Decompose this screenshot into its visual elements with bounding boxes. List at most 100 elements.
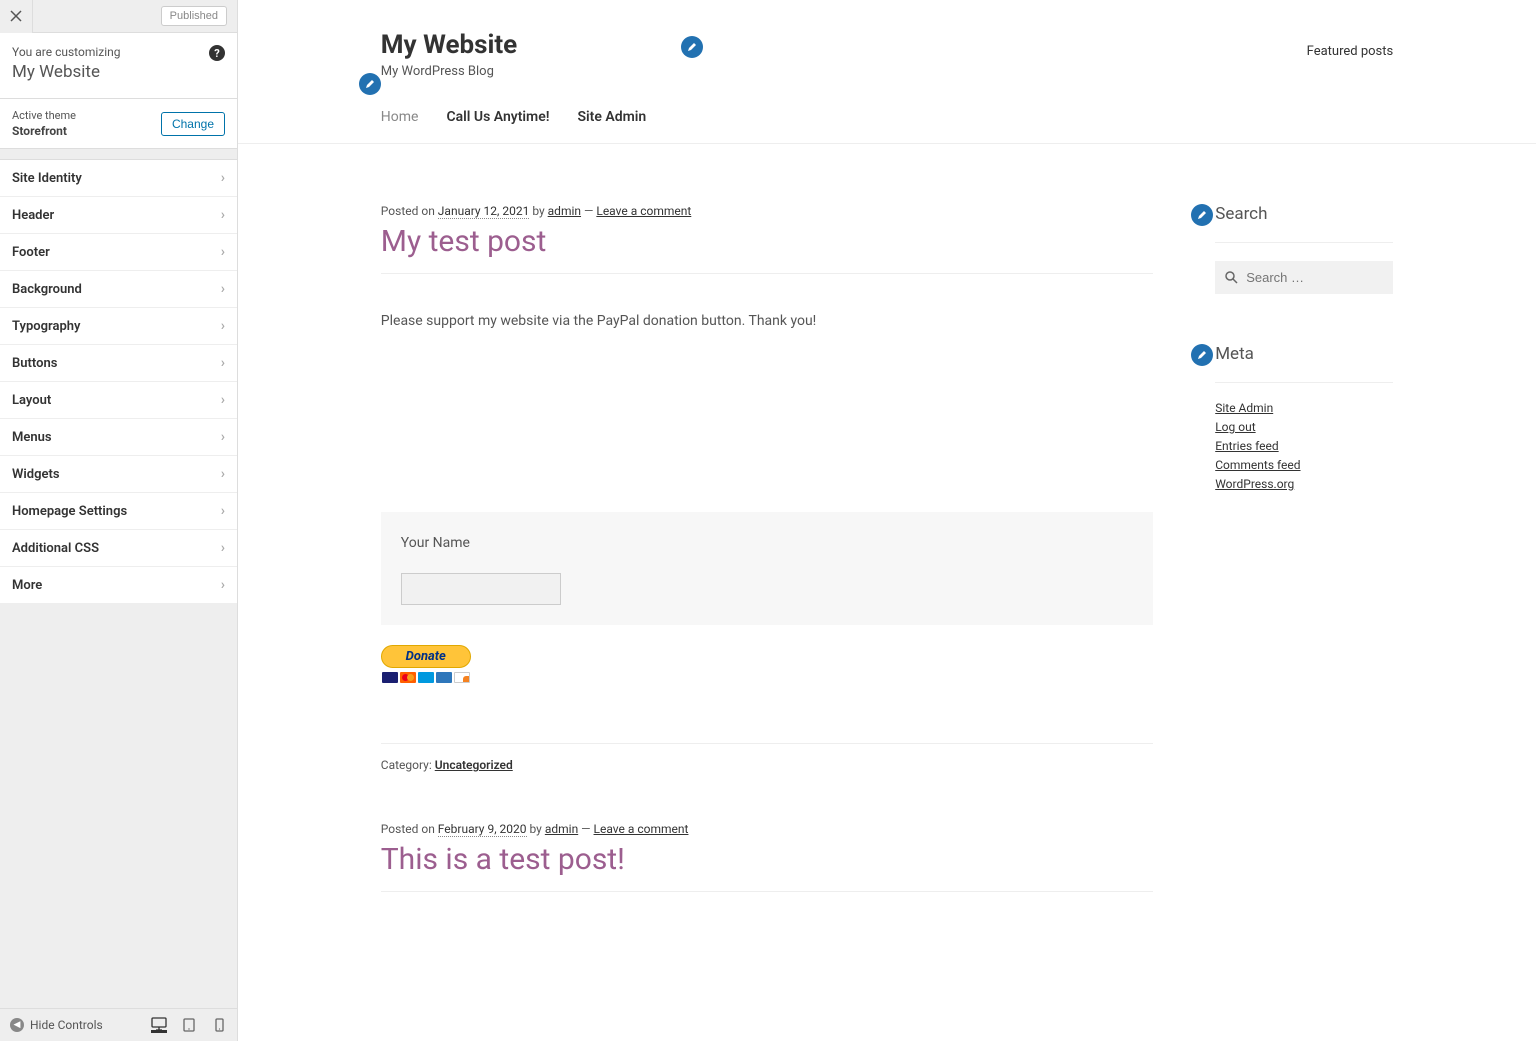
site-branding: My Website My WordPress Blog — [381, 30, 517, 79]
meta-link-entries-feed[interactable]: Entries feed — [1215, 439, 1278, 453]
meta-link-comments-feed[interactable]: Comments feed — [1215, 458, 1300, 472]
panel-widgets[interactable]: Widgets › — [0, 456, 237, 493]
leave-comment-link[interactable]: Leave a comment — [596, 204, 691, 218]
meta-list-item: Site Admin — [1215, 401, 1393, 415]
divider — [1215, 382, 1393, 383]
panel-typography[interactable]: Typography› — [0, 308, 237, 345]
panel-label: Menus — [12, 430, 52, 445]
meta-widget: Meta Site Admin Log out Entries feed Commen… — [1193, 344, 1393, 491]
theme-name: Storefront — [12, 124, 76, 138]
post-meta: Posted on January 12, 2021 by admin — Le… — [381, 204, 1153, 218]
panel-label: Widgets — [12, 467, 60, 482]
meta-link-wordpress-org[interactable]: WordPress.org — [1215, 477, 1294, 491]
meta-list-item: Comments feed — [1215, 458, 1393, 472]
post-date-link[interactable]: February 9, 2020 — [438, 822, 527, 837]
meta-link-log-out[interactable]: Log out — [1215, 420, 1255, 434]
device-mobile-button[interactable] — [211, 1017, 227, 1033]
maestro-icon — [418, 672, 434, 683]
nav-home[interactable]: Home — [381, 109, 419, 125]
divider — [381, 273, 1153, 274]
caret-left-icon: ◀ — [10, 1018, 24, 1032]
chevron-right-icon: › — [221, 392, 225, 408]
divider — [381, 891, 1153, 892]
form-label: Your Name — [401, 535, 470, 551]
post-meta: Posted on February 9, 2020 by admin — Le… — [381, 822, 1153, 836]
meta-list: Site Admin Log out Entries feed Comments fe… — [1215, 401, 1393, 491]
meta-link-site-admin[interactable]: Site Admin — [1215, 401, 1273, 415]
panel-footer[interactable]: Footer› — [0, 234, 237, 271]
panel-label: Typography — [12, 319, 81, 334]
hide-controls-button[interactable]: ◀ Hide Controls — [10, 1018, 103, 1032]
customizing-label: You are customizing — [12, 45, 225, 59]
panels-list: Site Identity›Header›Footer›Background›T… — [0, 159, 237, 604]
close-button[interactable] — [0, 0, 33, 33]
post-title[interactable]: My test post — [381, 224, 1153, 259]
edit-shortcut-branding[interactable] — [681, 36, 703, 58]
divider — [1215, 242, 1393, 243]
change-theme-button[interactable]: Change — [161, 112, 225, 136]
panel-label: Additional CSS — [12, 541, 99, 556]
chevron-right-icon: › — [221, 207, 225, 223]
widget-title: Meta — [1215, 344, 1393, 364]
panel-header[interactable]: Header› — [0, 197, 237, 234]
post-author-link[interactable]: admin — [548, 204, 581, 218]
search-input[interactable] — [1246, 270, 1376, 285]
main-nav: Home Call Us Anytime! Site Admin — [381, 109, 1393, 125]
device-tablet-button[interactable] — [181, 1017, 197, 1033]
post-2: Posted on February 9, 2020 by admin — Le… — [381, 822, 1153, 892]
chevron-right-icon: › — [221, 355, 225, 371]
device-desktop-button[interactable] — [151, 1017, 167, 1033]
edit-shortcut-nav[interactable] — [359, 73, 381, 95]
search-widget: Search — [1193, 204, 1393, 294]
panel-layout[interactable]: Layout › — [0, 382, 237, 419]
panel-label: Layout — [12, 393, 51, 408]
nav-call-us[interactable]: Call Us Anytime! — [446, 109, 549, 125]
meta-list-item: WordPress.org — [1215, 477, 1393, 491]
edit-shortcut-search[interactable] — [1191, 204, 1213, 226]
featured-posts-link[interactable]: Featured posts — [1307, 44, 1394, 59]
post-date-link[interactable]: January 12, 2021 — [438, 204, 530, 219]
mobile-icon — [215, 1018, 224, 1032]
active-theme-label: Active theme — [12, 109, 76, 122]
site-title[interactable]: My Website — [381, 30, 517, 60]
edit-shortcut-meta[interactable] — [1191, 344, 1213, 366]
search-box — [1215, 261, 1393, 294]
preview-frame[interactable]: My Website My WordPress Blog Featured po… — [238, 0, 1536, 1041]
pencil-icon — [687, 42, 697, 52]
chevron-right-icon: › — [221, 466, 225, 482]
panel-additional-css[interactable]: Additional CSS › — [0, 530, 237, 567]
category-link[interactable]: Uncategorized — [435, 758, 513, 772]
panel-site-identity[interactable]: Site Identity› — [0, 160, 237, 197]
pencil-icon — [1197, 210, 1207, 220]
payment-cards-row — [381, 672, 471, 683]
meta-list-item: Log out — [1215, 420, 1393, 434]
leave-comment-link[interactable]: Leave a comment — [594, 822, 689, 836]
publish-button[interactable]: Published — [161, 6, 227, 26]
panel-buttons[interactable]: Buttons › — [0, 345, 237, 382]
panel-label: Footer — [12, 245, 50, 260]
mastercard-icon — [400, 672, 416, 683]
panel-label: Site Identity — [12, 171, 82, 186]
panel-label: Homepage Settings — [12, 504, 127, 519]
chevron-right-icon: › — [221, 540, 225, 556]
panel-label: Buttons — [12, 356, 57, 371]
help-icon[interactable]: ? — [209, 45, 225, 61]
post-author-link[interactable]: admin — [545, 822, 578, 836]
donate-button[interactable]: Donate — [381, 645, 471, 683]
panel-label: More — [12, 578, 42, 593]
donate-label: Donate — [381, 645, 471, 668]
panel-background[interactable]: Background› — [0, 271, 237, 308]
chevron-right-icon: › — [221, 577, 225, 593]
panel-homepage-settings[interactable]: Homepage Settings› — [0, 493, 237, 530]
post-1: Posted on January 12, 2021 by admin — Le… — [381, 204, 1153, 772]
nav-site-admin[interactable]: Site Admin — [578, 109, 647, 125]
close-icon — [10, 10, 22, 22]
site-name-label: My Website — [12, 62, 225, 82]
panel-more[interactable]: More › — [0, 567, 237, 604]
customizer-sidebar: Published You are customizing My Website… — [0, 0, 238, 1041]
panel-menus[interactable]: Menus› — [0, 419, 237, 456]
pencil-icon — [1197, 350, 1207, 360]
post-title[interactable]: This is a test post! — [381, 842, 1153, 877]
your-name-input[interactable] — [401, 573, 561, 605]
category-row: Category: Uncategorized — [381, 743, 1153, 772]
